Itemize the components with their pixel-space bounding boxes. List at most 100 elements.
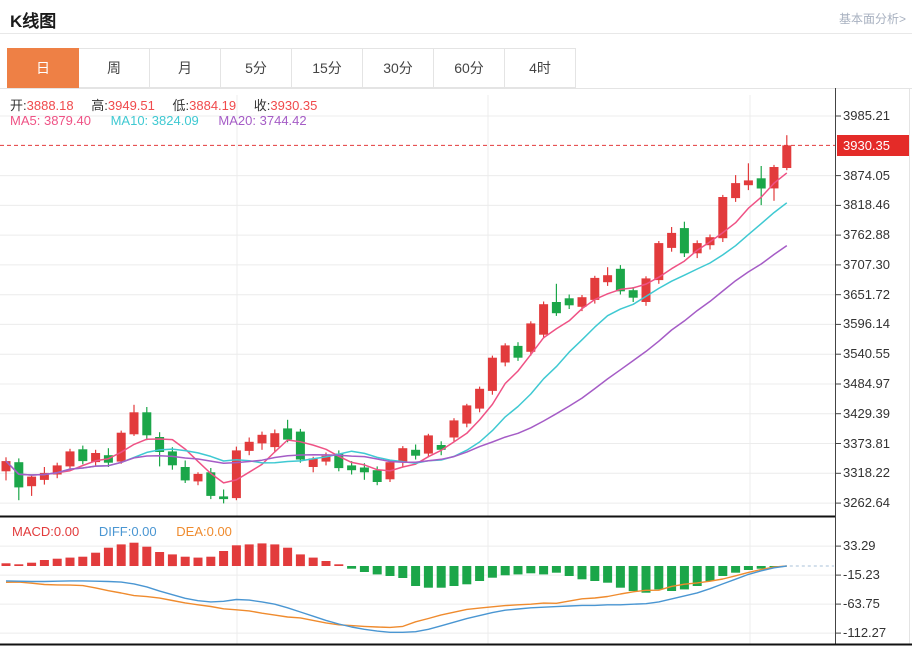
macd-hist-bar [194, 558, 203, 566]
timeframe-tab-0[interactable]: 日 [7, 48, 79, 88]
timeframe-tab-7[interactable]: 4时 [504, 48, 576, 88]
candle-body [194, 474, 203, 482]
macd-value: MACD:0.00 [12, 524, 79, 539]
candle-body [117, 433, 126, 462]
candle-body [539, 304, 548, 335]
macd-hist-bar [245, 544, 254, 566]
candle-body [181, 467, 190, 480]
macd-hist-bar [91, 553, 100, 566]
macd-hist-bar [155, 552, 164, 566]
timeframe-tab-4[interactable]: 15分 [291, 48, 363, 88]
macd-hist-bar [270, 544, 279, 566]
open-value: 3888.18 [27, 98, 74, 113]
macd-hist-bar [14, 564, 23, 566]
macd-hist-bar [731, 566, 740, 573]
kline-widget: K线图 基本面分析> 日周月5分15分30分60分4时 开:3888.18 高:… [0, 0, 912, 648]
candle-body [27, 477, 36, 487]
ma5-readout: MA5: 3879.40 [10, 113, 91, 128]
macd-hist-bar [616, 566, 625, 588]
timeframe-tab-2[interactable]: 月 [149, 48, 221, 88]
ohlc-readout: 开:3888.18 高:3949.51 低:3884.19 收:3930.35 [10, 95, 331, 114]
macd-hist-bar [322, 561, 331, 566]
macd-hist-bar [334, 564, 343, 566]
candle-body [526, 323, 535, 351]
candle-body [424, 435, 433, 453]
timeframe-tab-1[interactable]: 周 [78, 48, 150, 88]
open-label: 开: [10, 98, 27, 113]
candle-body [66, 451, 75, 466]
macd-hist-bar [219, 551, 228, 566]
candle-body [168, 451, 177, 465]
macd-hist-bar [411, 566, 420, 586]
macd-hist-bar [104, 548, 113, 566]
macd-hist-bar [744, 566, 753, 570]
macd-hist-bar [78, 557, 87, 566]
dea-value: DEA:0.00 [176, 524, 232, 539]
candle-body [245, 442, 254, 451]
macd-hist-bar [2, 563, 11, 566]
candle-body [501, 345, 510, 362]
candle-body [142, 412, 151, 435]
candle-body [398, 448, 407, 462]
macd-hist-bar [706, 566, 715, 581]
macd-hist-bar [258, 543, 267, 566]
low-label: 低: [173, 98, 190, 113]
candle-body [731, 183, 740, 198]
candle-body [2, 461, 11, 471]
candle-body [283, 428, 292, 439]
high-label: 高: [91, 98, 108, 113]
macd-hist-bar [206, 557, 215, 566]
macd-hist-bar [181, 557, 190, 566]
candle-body [552, 302, 561, 313]
timeframe-tab-5[interactable]: 30分 [362, 48, 434, 88]
candle-body [360, 468, 369, 473]
macd-hist-bar [629, 566, 638, 591]
macd-hist-bar [642, 566, 651, 593]
macd-hist-bar [680, 566, 689, 589]
macd-hist-bar [526, 566, 535, 573]
macd-hist-bar [117, 544, 126, 566]
macd-hist-bar [603, 566, 612, 583]
macd-hist-bar [142, 547, 151, 566]
timeframe-tabbar: 日周月5分15分30分60分4时 [8, 48, 576, 88]
candle-body [616, 269, 625, 292]
candle-body [565, 298, 574, 305]
macd-hist-bar [386, 566, 395, 576]
macd-hist-bar [283, 548, 292, 566]
macd-hist-bar [373, 566, 382, 574]
candle-body [629, 290, 638, 298]
macd-hist-bar [718, 566, 727, 576]
macd-hist-bar [565, 566, 574, 576]
candle-body [258, 435, 267, 444]
high-value: 3949.51 [108, 98, 155, 113]
low-value: 3884.19 [189, 98, 236, 113]
timeframe-tab-6[interactable]: 60分 [433, 48, 505, 88]
ma20-readout: MA20: 3744.42 [218, 113, 306, 128]
candle-body [475, 389, 484, 409]
macd-hist-bar [552, 566, 561, 573]
candle-body [667, 233, 676, 248]
diff-value: DIFF:0.00 [99, 524, 157, 539]
candle-body [411, 450, 420, 456]
macd-hist-bar [501, 566, 510, 575]
candle-body [130, 412, 139, 434]
candle-body [347, 465, 356, 470]
ma10-readout: MA10: 3824.09 [111, 113, 199, 128]
macd-hist-bar [309, 558, 318, 566]
candle-body [578, 297, 587, 307]
macd-hist-bar [424, 566, 433, 588]
macd-hist-bar [53, 559, 62, 566]
macd-hist-bar [462, 566, 471, 584]
candle-body [590, 278, 599, 300]
macd-hist-bar [360, 566, 369, 572]
macd-hist-bar [437, 566, 446, 588]
macd-hist-bar [590, 566, 599, 581]
timeframe-tab-3[interactable]: 5分 [220, 48, 292, 88]
macd-readout: MACD:0.00 DIFF:0.00 DEA:0.00 [12, 524, 232, 539]
macd-hist-bar [27, 563, 36, 566]
macd-hist-bar [232, 545, 241, 566]
current-price-tag: 3930.35 [837, 135, 909, 156]
candle-body [744, 180, 753, 185]
macd-hist-bar [130, 543, 139, 566]
macd-hist-bar [40, 560, 49, 566]
